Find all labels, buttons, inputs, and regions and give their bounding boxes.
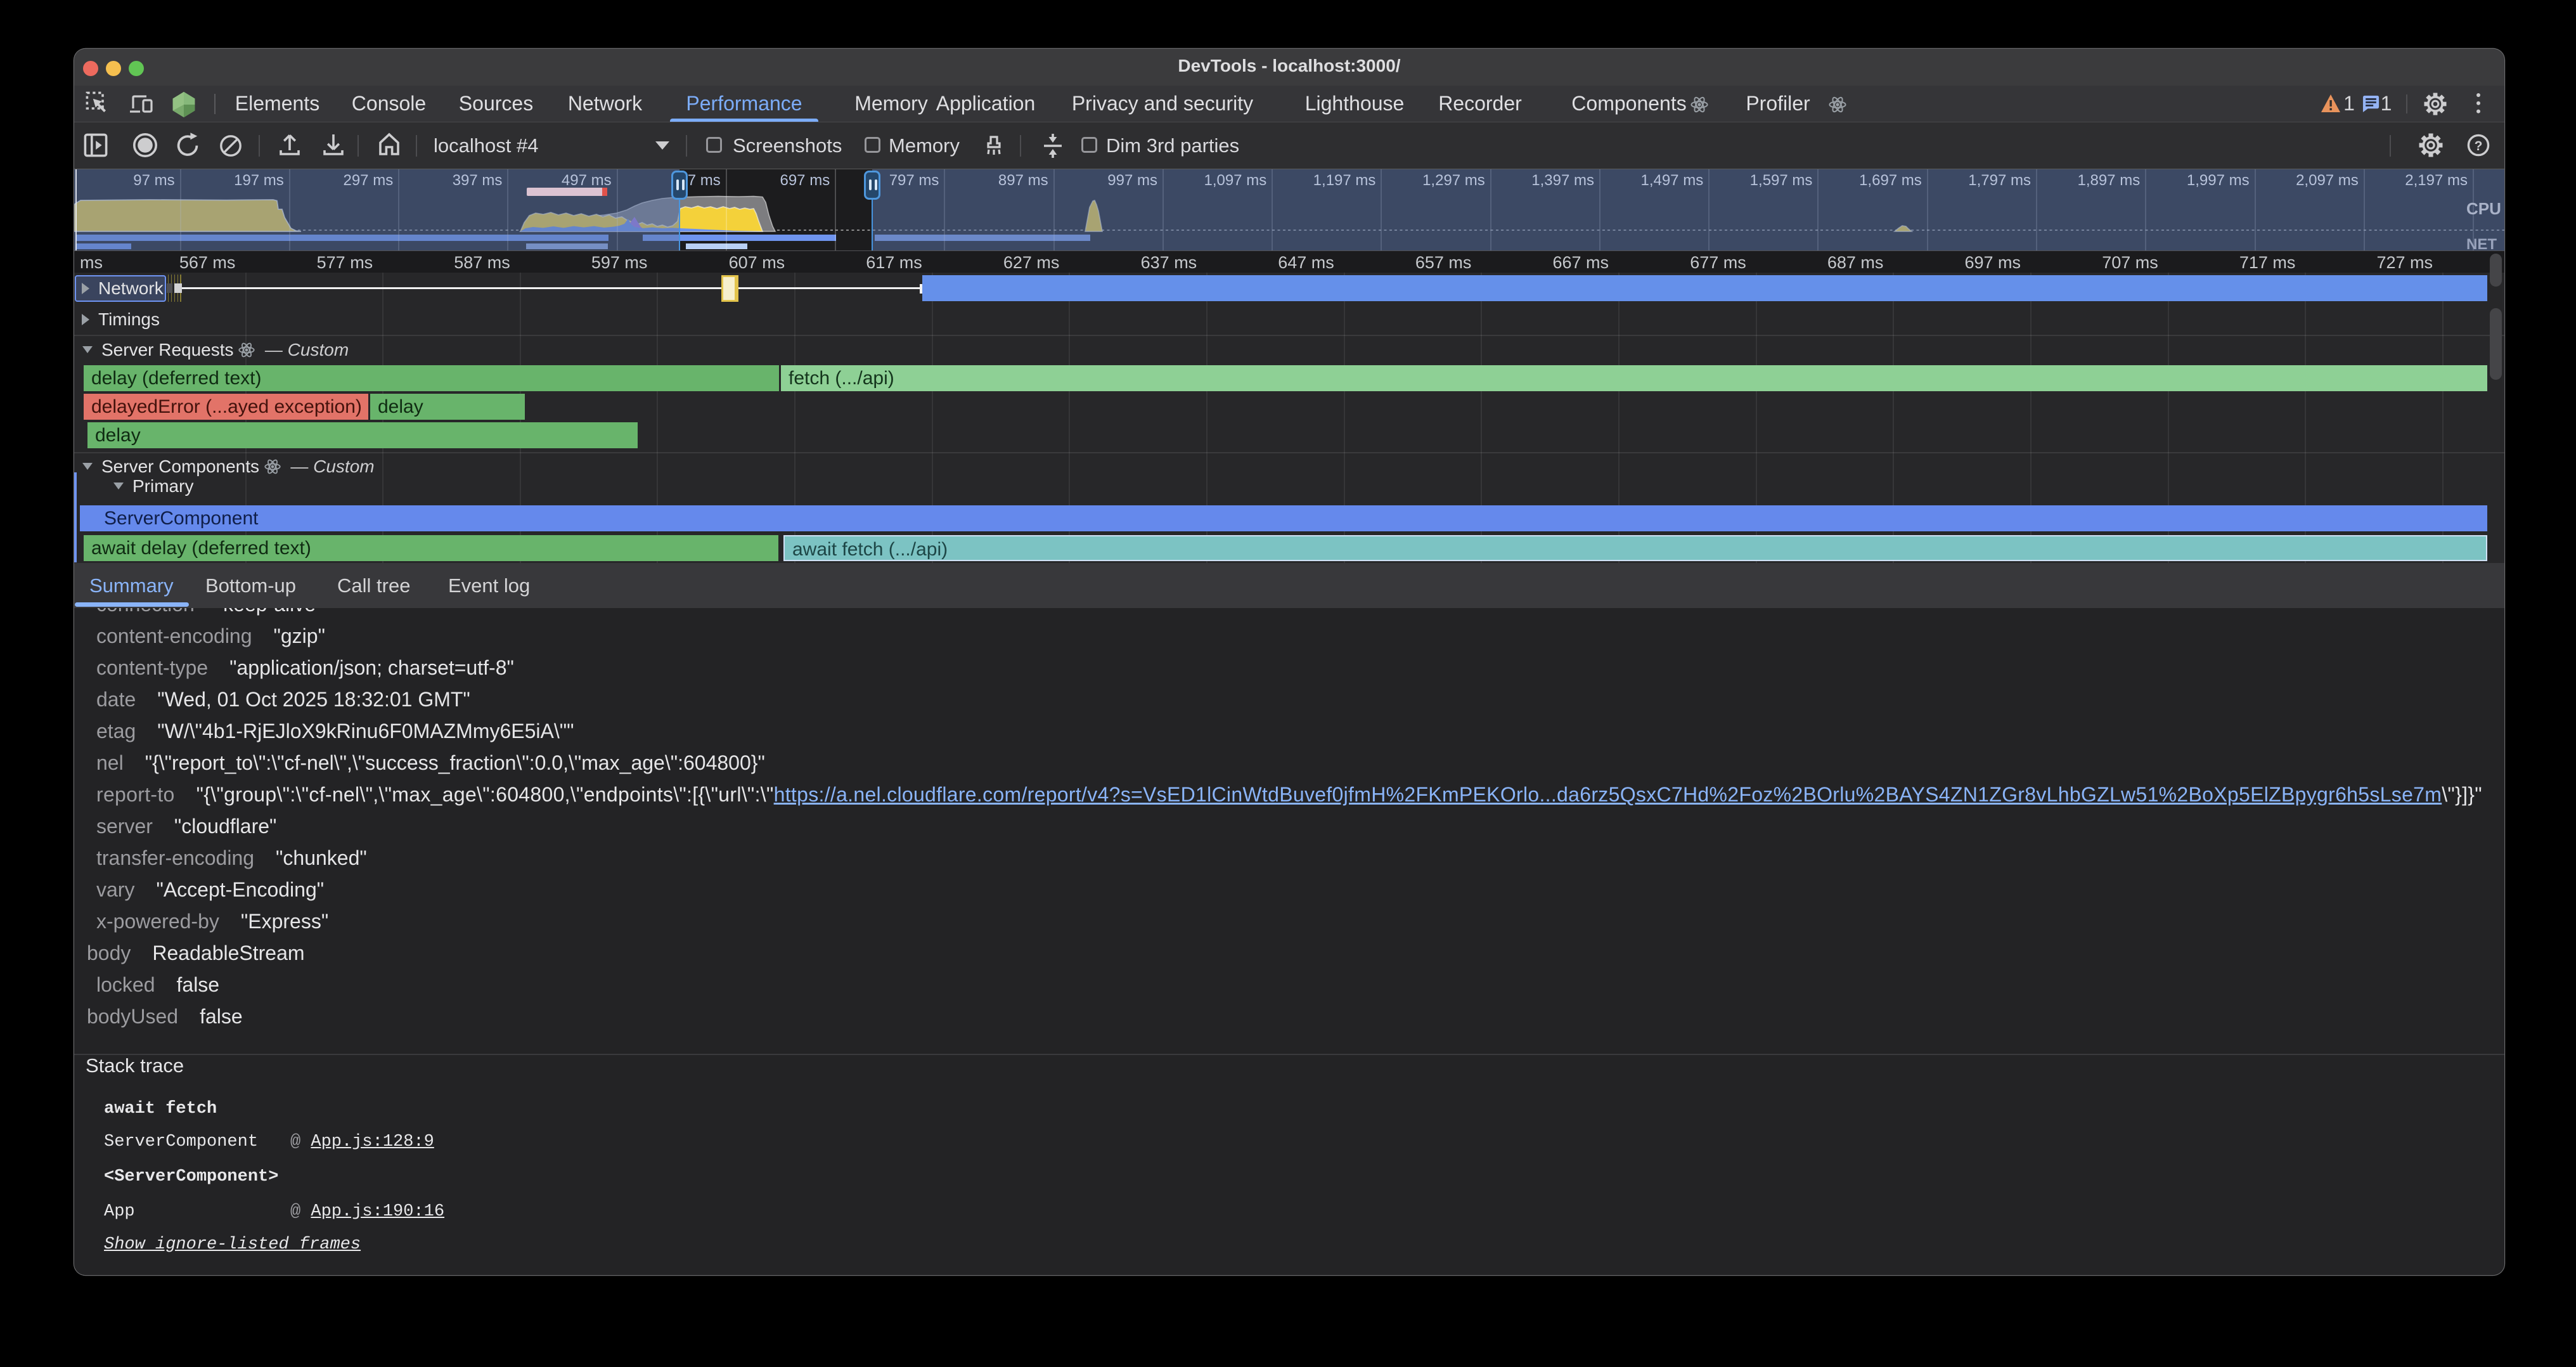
- svg-text:?: ?: [2475, 139, 2483, 153]
